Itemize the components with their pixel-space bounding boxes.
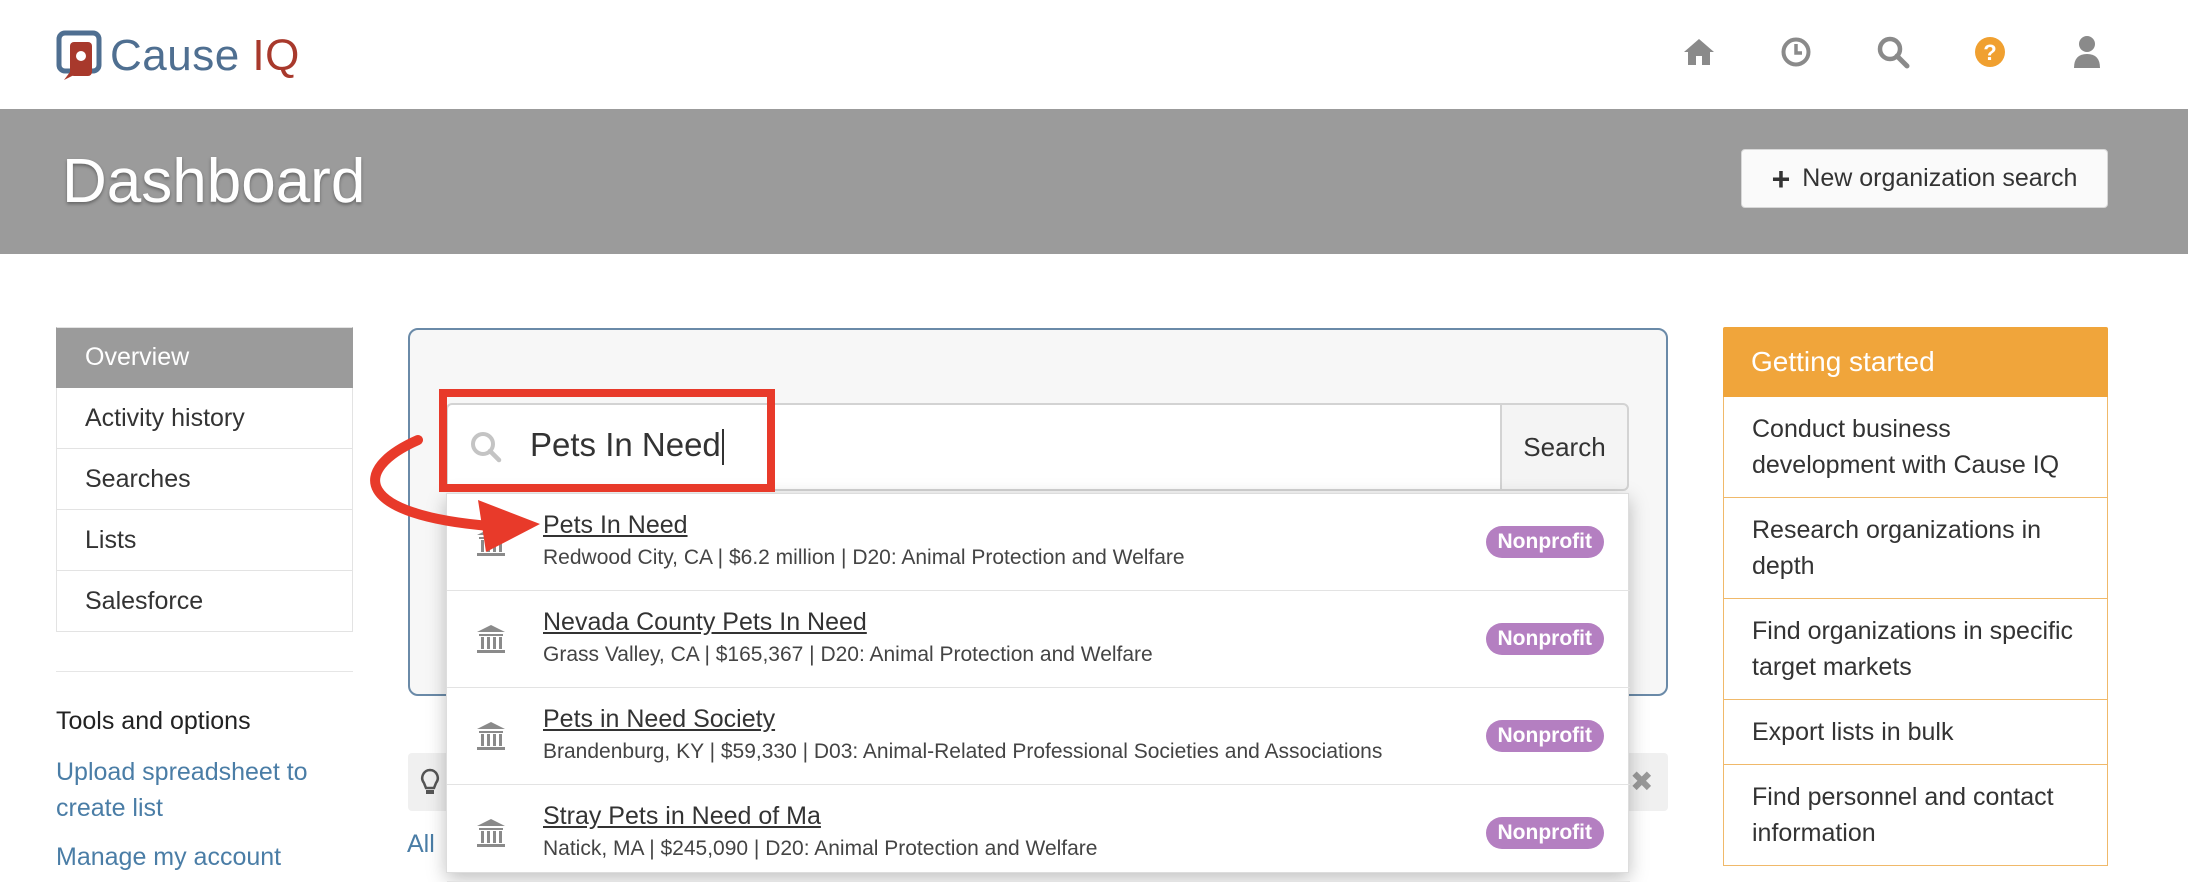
result-meta: Brandenburg, KY | $59,330 | D03: Animal-…	[543, 740, 1383, 763]
result-meta: Natick, MA | $245,090 | D20: Animal Prot…	[543, 837, 1098, 860]
getting-started-item[interactable]: Find organizations in specific target ma…	[1723, 599, 2108, 700]
top-navbar: Cause IQ ?	[0, 0, 2188, 109]
getting-started-panel: Getting started Conduct business develop…	[1723, 327, 2108, 866]
lightbulb-icon	[420, 768, 440, 803]
sidebar-nav: Overview Activity history Searches Lists…	[56, 327, 353, 632]
page-title: Dashboard	[62, 147, 366, 216]
result-item[interactable]: Nevada County Pets In Need Grass Valley,…	[447, 591, 1630, 688]
tools-title: Tools and options	[56, 707, 251, 735]
logo-text: Cause IQ	[110, 31, 300, 80]
sidebar-item-overview[interactable]: Overview	[56, 327, 353, 388]
building-icon	[477, 625, 505, 653]
upload-spreadsheet-link[interactable]: Upload spreadsheet to create list	[56, 754, 356, 826]
manage-account-link[interactable]: Manage my account	[56, 843, 281, 872]
nonprofit-badge: Nonprofit	[1485, 526, 1604, 558]
new-organization-search-button[interactable]: + New organization search	[1741, 149, 2108, 208]
result-name[interactable]: Pets in Need Society	[543, 705, 775, 734]
home-icon[interactable]	[1650, 30, 1747, 74]
result-name[interactable]: Nevada County Pets In Need	[543, 608, 867, 637]
svg-text:?: ?	[1983, 40, 1996, 65]
search-button[interactable]: Search	[1500, 403, 1629, 491]
logo[interactable]: Cause IQ	[56, 30, 300, 82]
search-field-icon	[471, 432, 502, 463]
getting-started-item[interactable]: Find personnel and contact information	[1723, 765, 2108, 866]
new-search-label: New organization search	[1802, 164, 2078, 192]
text-caret	[721, 429, 724, 466]
history-icon[interactable]	[1747, 30, 1844, 74]
result-meta: Grass Valley, CA | $165,367 | D20: Anima…	[543, 643, 1153, 666]
sidebar-divider	[56, 671, 353, 672]
result-name[interactable]: Pets In Need	[543, 511, 688, 540]
close-icon[interactable]: ✖	[1630, 765, 1653, 798]
building-icon	[477, 528, 505, 556]
getting-started-title: Getting started	[1723, 327, 2108, 397]
help-icon[interactable]: ?	[1941, 30, 2038, 74]
plus-icon: +	[1771, 160, 1791, 197]
search-icon[interactable]	[1844, 30, 1941, 74]
sidebar-item-searches[interactable]: Searches	[56, 449, 353, 510]
building-icon	[477, 722, 505, 750]
search-input-value[interactable]: Pets In Need	[530, 426, 724, 466]
result-meta: Redwood City, CA | $6.2 million | D20: A…	[543, 546, 1185, 569]
search-results-dropdown: Pets In Need Redwood City, CA | $6.2 mil…	[446, 493, 1630, 882]
nonprofit-badge: Nonprofit	[1485, 720, 1604, 752]
logo-icon	[56, 30, 102, 80]
user-icon[interactable]	[2038, 30, 2135, 74]
nonprofit-badge: Nonprofit	[1485, 623, 1604, 655]
getting-started-item[interactable]: Research organizations in depth	[1723, 498, 2108, 599]
all-link[interactable]: All	[407, 830, 435, 859]
result-item[interactable]: Stray Pets in Need of Ma Natick, MA | $2…	[447, 785, 1630, 882]
result-item[interactable]: Pets in Need Society Brandenburg, KY | $…	[447, 688, 1630, 785]
nonprofit-badge: Nonprofit	[1485, 817, 1604, 849]
sidebar-item-salesforce[interactable]: Salesforce	[56, 571, 353, 632]
getting-started-item[interactable]: Conduct business development with Cause …	[1723, 397, 2108, 498]
getting-started-item[interactable]: Export lists in bulk	[1723, 700, 2108, 765]
building-icon	[477, 819, 505, 847]
sidebar-item-lists[interactable]: Lists	[56, 510, 353, 571]
result-name[interactable]: Stray Pets in Need of Ma	[543, 802, 821, 831]
result-item[interactable]: Pets In Need Redwood City, CA | $6.2 mil…	[447, 494, 1630, 591]
sidebar-item-activity-history[interactable]: Activity history	[56, 388, 353, 449]
